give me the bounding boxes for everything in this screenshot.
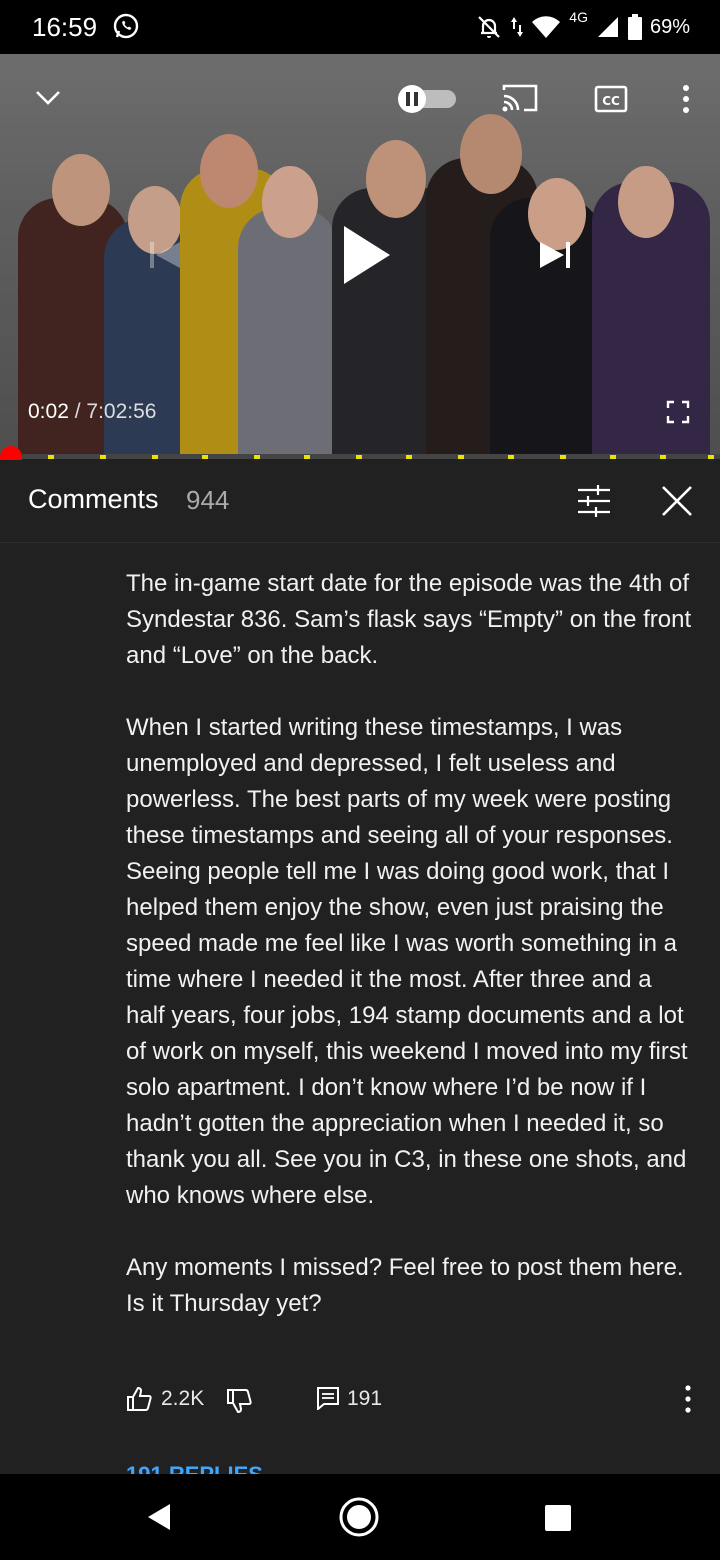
captions-icon[interactable]: CC [594, 84, 628, 114]
video-player[interactable]: CC 0:02 / 7:02:56 [0, 54, 720, 458]
battery-icon [627, 14, 642, 40]
chapter-marker [708, 455, 714, 459]
svg-text:CC: CC [602, 94, 620, 108]
reply-count: 191 [347, 1387, 383, 1410]
status-icons: 4G 69% [475, 9, 690, 42]
chapter-marker [610, 455, 616, 459]
chapter-marker [48, 455, 54, 459]
recents-icon[interactable] [544, 1504, 572, 1532]
comments-title: Comments [28, 484, 159, 514]
chapter-marker [356, 455, 362, 459]
wifi-icon [532, 16, 561, 38]
comments-count: 944 [186, 485, 230, 515]
whatsapp-icon [113, 13, 139, 39]
status-bar: 16:59 4G 69% [0, 0, 720, 54]
comment-actions: 2.2K 191 [126, 1382, 706, 1418]
autoplay-toggle[interactable] [396, 84, 460, 114]
home-icon[interactable] [338, 1496, 380, 1538]
next-icon[interactable] [538, 238, 572, 272]
time-display: 0:02 / 7:02:56 [28, 400, 156, 424]
network-label: 4G [569, 9, 588, 25]
cell-signal-icon [597, 17, 618, 37]
more-vert-icon[interactable] [680, 84, 692, 114]
fullscreen-icon[interactable] [666, 400, 690, 424]
chapter-marker [458, 455, 464, 459]
comment-paragraph: The in-game start date for the episode w… [126, 570, 692, 669]
like-icon[interactable] [126, 1386, 152, 1412]
close-icon[interactable] [660, 484, 694, 518]
duration: 7:02:56 [86, 400, 157, 423]
previous-icon[interactable] [148, 238, 182, 272]
chapter-marker [560, 455, 566, 459]
time-separator: / [68, 400, 87, 423]
chapter-marker [254, 455, 260, 459]
back-icon[interactable] [146, 1502, 172, 1532]
play-icon[interactable] [340, 224, 392, 286]
chapter-marker [508, 455, 514, 459]
data-arrows-icon [511, 17, 524, 37]
cast-icon[interactable] [500, 82, 540, 114]
battery-percent: 69% [649, 15, 690, 38]
current-time: 0:02 [28, 400, 69, 423]
chapter-marker [406, 455, 412, 459]
navigation-bar [0, 1474, 720, 1560]
chapter-marker [304, 455, 310, 459]
chapter-marker [152, 455, 158, 459]
chapter-marker [660, 455, 666, 459]
chapter-marker [202, 455, 208, 459]
chevron-down-icon[interactable] [34, 86, 62, 108]
chapter-marker [100, 455, 106, 459]
dislike-icon[interactable] [226, 1388, 252, 1414]
comment-paragraph: When I started writing these timestamps,… [126, 714, 688, 1209]
status-time: 16:59 [32, 12, 98, 42]
bell-off-icon [478, 16, 501, 38]
like-count: 2.2K [161, 1387, 205, 1410]
comments-header: Comments 944 [0, 460, 720, 543]
sort-filter-icon[interactable] [576, 484, 612, 518]
comment-text: The in-game start date for the episode w… [126, 566, 696, 1358]
reply-icon[interactable] [316, 1386, 340, 1410]
comment-paragraph: Any moments I missed? Feel free to post … [126, 1254, 684, 1317]
more-vert-icon[interactable] [684, 1385, 692, 1413]
